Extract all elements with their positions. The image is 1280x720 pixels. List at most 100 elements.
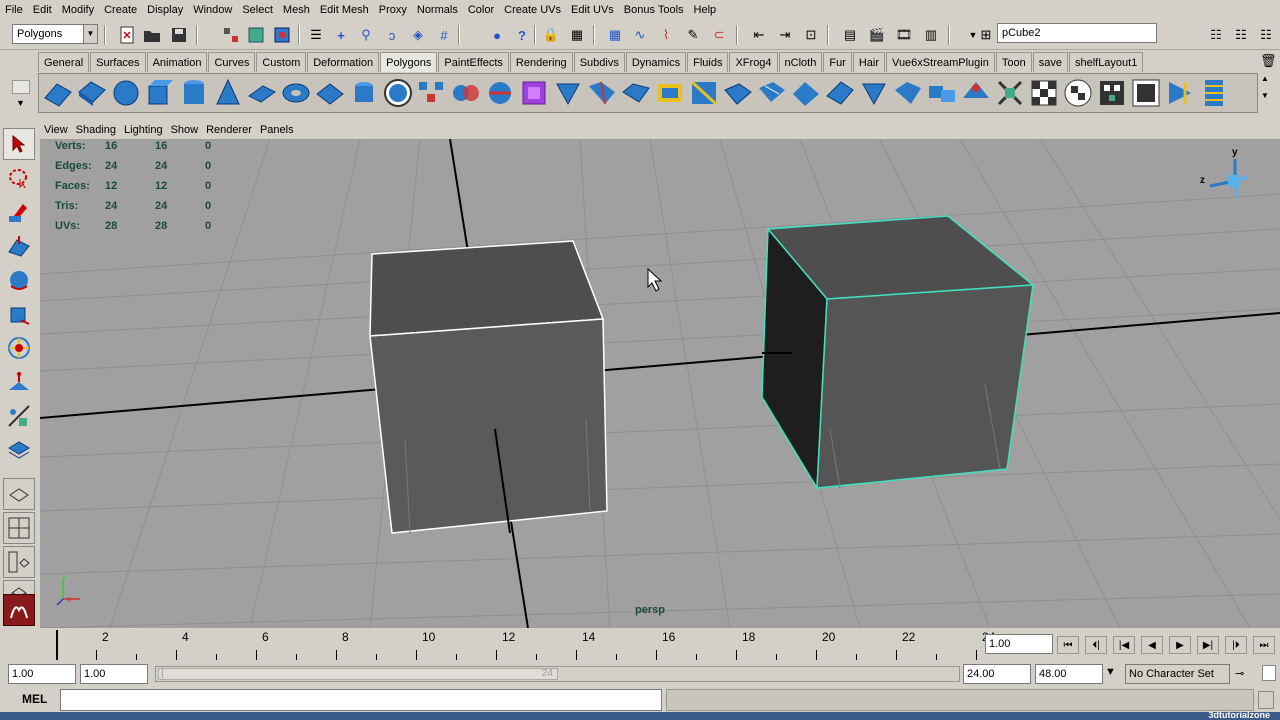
snap-curve-icon[interactable]: ⚲ [355, 24, 377, 46]
lock-icon[interactable]: 🔒 [540, 24, 562, 46]
panel-menu-lighting[interactable]: Lighting [120, 124, 167, 136]
render-settings-icon[interactable]: ▥ [920, 24, 942, 46]
panel-menu-show[interactable]: Show [167, 124, 203, 136]
grid-icon[interactable]: ▦ [604, 24, 626, 46]
single-perspective-layout-icon[interactable] [3, 478, 35, 510]
key-icon[interactable]: ⊸ [1235, 667, 1244, 680]
four-view-layout-icon[interactable] [3, 512, 35, 544]
shelf-tab-xfrog4[interactable]: XFrog4 [729, 52, 778, 72]
step-back-key-icon[interactable]: |◀ [1113, 636, 1135, 654]
scale-tool-icon[interactable] [3, 298, 35, 330]
menu-create[interactable]: Create [99, 0, 142, 20]
persp-outliner-layout-icon[interactable] [3, 546, 35, 578]
shelf-tab-painteffects[interactable]: PaintEffects [438, 52, 509, 72]
chevron-up-icon[interactable]: ▲ [1258, 74, 1272, 83]
chevron-down-icon[interactable]: ▼ [1105, 666, 1116, 678]
current-time-marker[interactable] [56, 630, 58, 660]
go-to-end-icon[interactable]: ⏭ [1253, 636, 1275, 654]
perspective-viewport[interactable]: Verts: 16 16 0 Edges: 24 24 0 Faces: 12 12 0 Tris: 24… [40, 139, 1280, 628]
menu-help[interactable]: Help [689, 0, 722, 20]
shelf-tab-save[interactable]: save [1032, 52, 1068, 72]
last-tool-icon[interactable] [3, 434, 35, 466]
menu-bonus-tools[interactable]: Bonus Tools [619, 0, 689, 20]
range-start-field[interactable]: 1.00 [80, 664, 148, 684]
shelf-tab-curves[interactable]: Curves [208, 52, 256, 72]
shelf-tab-hair[interactable]: Hair [852, 52, 886, 72]
play-backwards-icon[interactable]: ◀ [1141, 636, 1163, 654]
shelf-tab-rendering[interactable]: Rendering [509, 52, 573, 72]
chevron-down-icon[interactable]: ▼ [1258, 91, 1272, 100]
select-object-icon[interactable] [245, 24, 267, 46]
menu-select[interactable]: Select [237, 0, 278, 20]
selection-name-field[interactable]: pCube2 [997, 23, 1157, 43]
shelf-tab-animation[interactable]: Animation [146, 52, 208, 72]
range-end-field[interactable]: 24.00 [963, 664, 1031, 684]
shelf-tab-toon[interactable]: Toon [995, 52, 1032, 72]
snap-view-icon[interactable]: ◈ [407, 24, 429, 46]
menu-edit-mesh[interactable]: Edit Mesh [315, 0, 374, 20]
end-time-field[interactable]: 48.00 [1035, 664, 1103, 684]
show-manipulator-icon[interactable] [3, 400, 35, 432]
universal-manipulator-icon[interactable] [3, 332, 35, 364]
menu-set-dropdown[interactable]: Polygons ▼ [12, 24, 98, 44]
input-ops-icon[interactable]: ⇤ [748, 24, 770, 46]
menu-edit-uvs[interactable]: Edit UVs [566, 0, 619, 20]
menu-mesh[interactable]: Mesh [278, 0, 315, 20]
shelf-tab-subdivs[interactable]: Subdivs [573, 52, 625, 72]
shelf-tab-fur[interactable]: Fur [823, 52, 852, 72]
menu-create-uvs[interactable]: Create UVs [499, 0, 566, 20]
time-ruler[interactable]: 24681012141618202224 [40, 628, 995, 662]
panel-menu-panels[interactable]: Panels [256, 124, 298, 136]
shelf-tab-general[interactable]: General [38, 52, 90, 72]
menu-color[interactable]: Color [463, 0, 499, 20]
move-tool-icon[interactable] [3, 230, 35, 262]
panel-menu-shading[interactable]: Shading [72, 124, 120, 136]
select-hierarchy-icon[interactable] [220, 24, 242, 46]
open-scene-icon[interactable] [141, 24, 163, 46]
current-time-field[interactable]: 1.00 [985, 634, 1053, 654]
magnet-icon[interactable]: ⊂ [708, 24, 730, 46]
shelf-tab-shelflayout1[interactable]: shelfLayout1 [1068, 52, 1144, 72]
new-scene-icon[interactable] [116, 24, 138, 46]
shelf-tab-deformation[interactable]: Deformation [307, 52, 380, 72]
shelf-tab-dynamics[interactable]: Dynamics [625, 52, 687, 72]
shelf-tab-polygons[interactable]: Polygons [380, 52, 438, 72]
step-back-frame-icon[interactable]: ⏴| [1085, 636, 1107, 654]
render-view-icon[interactable]: ▤ [839, 24, 861, 46]
sphere-icon[interactable]: ● [486, 24, 508, 46]
command-input[interactable] [60, 689, 662, 711]
save-scene-icon[interactable] [168, 24, 190, 46]
filter-menu-icon[interactable]: ☰ [305, 24, 327, 46]
menu-file[interactable]: File [0, 0, 28, 20]
ipr-render-icon[interactable]: 🎞 [893, 24, 915, 46]
animation-preferences-icon[interactable] [1262, 665, 1276, 681]
shelf-tab-surfaces[interactable]: Surfaces [90, 52, 146, 72]
shelf-scroll[interactable]: ▲ ▼ [1258, 74, 1272, 112]
play-forwards-icon[interactable]: ▶ [1169, 636, 1191, 654]
curve-icon[interactable]: ∿ [629, 24, 651, 46]
step-forward-frame-icon[interactable]: |⏵ [1225, 636, 1247, 654]
trash-icon[interactable]: 🗑 [1260, 53, 1277, 69]
shelf-tab-custom[interactable]: Custom [256, 52, 307, 72]
menu-window[interactable]: Window [188, 0, 237, 20]
pencil-icon[interactable]: ✎ [682, 24, 704, 46]
menu-edit[interactable]: Edit [28, 0, 57, 20]
range-bar-handle[interactable]: | 24 [158, 668, 558, 680]
render-icon[interactable]: 🎬 [866, 24, 888, 46]
chevron-down-icon[interactable]: ▼ [83, 25, 97, 43]
shelf-tab-vue6xstreamplugin[interactable]: Vue6xStreamPlugin [886, 52, 995, 72]
paint-select-icon[interactable] [3, 196, 35, 228]
snap-point-icon[interactable]: ↄ [381, 24, 403, 46]
character-set-dropdown[interactable]: No Character Set [1125, 664, 1230, 684]
soft-mod-icon[interactable] [3, 366, 35, 398]
panel-menu-renderer[interactable]: Renderer [202, 124, 256, 136]
construction-icon[interactable]: ▦ [566, 24, 588, 46]
step-forward-key-icon[interactable]: ▶| [1197, 636, 1219, 654]
quick-select-icon[interactable]: ⊞ [975, 24, 997, 46]
plus-icon[interactable]: + [330, 24, 352, 46]
menu-display[interactable]: Display [142, 0, 188, 20]
select-component-icon[interactable] [271, 24, 293, 46]
grid-snap-icon[interactable]: # [433, 24, 455, 46]
help-icon[interactable]: ? [511, 24, 533, 46]
menu-normals[interactable]: Normals [412, 0, 463, 20]
